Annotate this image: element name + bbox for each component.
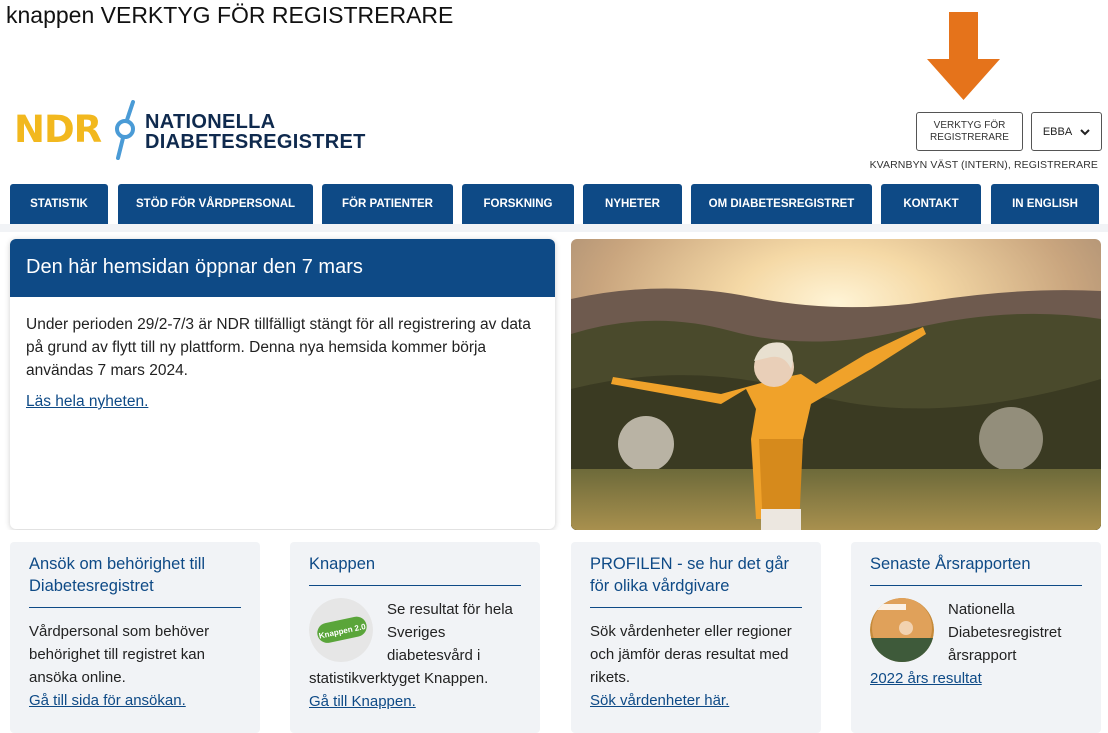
card-title: Knappen — [309, 553, 521, 586]
user-name: EBBA — [1042, 125, 1073, 138]
news-title: Den här hemsidan öppnar den 7 mars — [10, 239, 555, 297]
news-read-more-link[interactable]: Läs hela nyheten. — [26, 390, 148, 413]
nav-item-statistik[interactable]: STATISTIK — [10, 184, 108, 224]
card-apply-access: Ansök om behörighet till Diabetesregistr… — [10, 542, 260, 733]
nav-item-for-patienter[interactable]: FÖR PATIENTER — [322, 184, 453, 224]
news-body: Under perioden 29/2-7/3 är NDR tillfälli… — [26, 316, 531, 379]
hero-photo — [571, 239, 1101, 530]
chevron-down-icon — [1080, 128, 1090, 135]
card-text: Nationella Diabetesregistret årsrapport — [948, 601, 1062, 664]
card-link-profilen[interactable]: Sök vårdenheter här. — [590, 689, 802, 712]
logo-line2: DIABETESREGISTRET — [145, 131, 366, 153]
annual-report-cover-icon — [870, 598, 934, 662]
nav-item-om-diabetesregistret[interactable]: OM DIABETESREGISTRET — [691, 184, 872, 224]
card-annual-report: Senaste Årsrapporten Nationella Diabetes… — [851, 542, 1101, 733]
tools-button-line1: VERKTYG FÖR — [933, 120, 1006, 131]
card-link-apply[interactable]: Gå till sida för ansökan. — [29, 689, 241, 712]
card-title: Ansök om behörighet till Diabetesregistr… — [29, 553, 241, 608]
user-role-text: KVARNBYN VÄST (INTERN), REGISTRERARE — [869, 159, 1098, 171]
logo-abbreviation: NDR — [14, 108, 102, 151]
instruction-caption: knappen VERKTYG FÖR REGISTRERARE — [6, 2, 454, 28]
nav-item-forskning[interactable]: FORSKNING — [462, 184, 574, 224]
tools-for-registrars-button[interactable]: VERKTYG FÖR REGISTRERARE — [916, 112, 1023, 151]
card-profilen: PROFILEN - se hur det går för olika vård… — [571, 542, 821, 733]
nav-divider — [0, 224, 1108, 232]
card-text: Vårdpersonal som behöver behörighet till… — [29, 623, 210, 686]
logo-line1: NATIONELLA — [145, 111, 276, 133]
nav-item-kontakt[interactable]: KONTAKT — [881, 184, 981, 224]
card-knappen: Knappen Knappen 2.0 Se resultat för hela… — [290, 542, 540, 733]
card-title: Senaste Årsrapporten — [870, 553, 1082, 586]
news-card: Den här hemsidan öppnar den 7 mars Under… — [10, 239, 555, 529]
card-text: Sök vårdenheter eller regioner och jämfö… — [590, 623, 792, 686]
down-arrow-icon — [927, 12, 1000, 100]
knappen-badge-icon: Knappen 2.0 — [309, 598, 373, 662]
ndr-logo[interactable]: NDR NATIONELLA DIABETESREGISTRET — [14, 100, 365, 162]
user-menu-button[interactable]: EBBA — [1031, 112, 1102, 151]
card-link-knappen[interactable]: Gå till Knappen. — [309, 690, 521, 713]
main-navigation: STATISTIK STÖD FÖR VÅRDPERSONAL FÖR PATI… — [10, 184, 1100, 224]
card-link-annual-report[interactable]: 2022 års resultat — [870, 667, 1082, 690]
nav-item-in-english[interactable]: IN ENGLISH — [991, 184, 1099, 224]
tools-button-line2: REGISTRERARE — [930, 132, 1009, 143]
card-title: PROFILEN - se hur det går för olika vård… — [590, 553, 802, 608]
logo-mark-icon — [115, 100, 135, 160]
nav-item-stod-for-vardpersonal[interactable]: STÖD FÖR VÅRDPERSONAL — [118, 184, 313, 224]
nav-item-nyheter[interactable]: NYHETER — [583, 184, 682, 224]
logo-wordmark: NATIONELLA DIABETESREGISTRET — [145, 112, 366, 152]
